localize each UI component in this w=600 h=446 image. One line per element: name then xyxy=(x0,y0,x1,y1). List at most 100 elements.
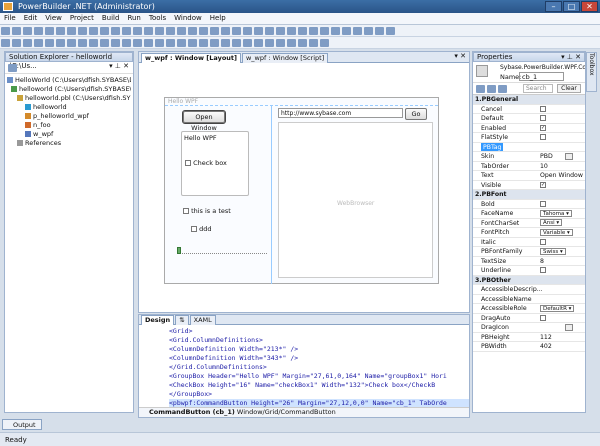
property-row[interactable]: FaceName Tahoma ▾ xyxy=(473,209,585,219)
property-value[interactable]: PBD xyxy=(540,152,553,161)
toolbar-tool-icon[interactable] xyxy=(12,39,21,47)
toolbar-tool-icon[interactable] xyxy=(100,39,109,47)
code-line[interactable]: <GroupBox Header="Hello WPF" Margin="27,… xyxy=(169,372,469,381)
property-row[interactable]: TextSize 8 xyxy=(473,257,585,266)
toolbar-tool-icon[interactable] xyxy=(166,39,175,47)
hello-group-box[interactable]: Hello WPF Check box xyxy=(181,131,249,196)
tree-item[interactable]: w_wpf xyxy=(7,130,131,139)
property-row[interactable]: Italic xyxy=(473,238,585,247)
property-value[interactable]: Open Window xyxy=(540,171,583,180)
clear-button[interactable]: Clear xyxy=(557,84,581,93)
toolbar-tool-icon[interactable] xyxy=(243,27,252,35)
toolbar-tool-icon[interactable] xyxy=(111,39,120,47)
toolbar-tool-icon[interactable] xyxy=(254,27,263,35)
property-dropdown[interactable]: Swiss ▾ xyxy=(540,247,566,255)
property-checkbox[interactable] xyxy=(540,105,546,112)
tab-script[interactable]: w_wpf : Window [Script] xyxy=(241,53,329,63)
toolbar-tool-icon[interactable] xyxy=(199,39,208,47)
code-line[interactable]: <Grid> xyxy=(169,327,469,336)
ddd-checkbox[interactable] xyxy=(191,226,197,232)
check-box[interactable] xyxy=(185,160,191,166)
property-row[interactable]: PBTag xyxy=(473,142,585,152)
property-checkbox[interactable] xyxy=(540,134,546,140)
property-row[interactable]: FontPitch Variable ▾ xyxy=(473,228,585,238)
toolbar-tool-icon[interactable] xyxy=(353,27,362,35)
property-checkbox[interactable]: ✓ xyxy=(540,124,546,131)
menu-file[interactable]: File xyxy=(0,13,20,23)
ellipsis-button[interactable] xyxy=(565,324,573,331)
toolbar-tool-icon[interactable] xyxy=(210,39,219,47)
toolbar-tool-icon[interactable] xyxy=(23,27,32,35)
property-value[interactable]: 112 xyxy=(540,333,552,342)
property-row[interactable]: FlatStyle xyxy=(473,133,585,143)
property-dropdown[interactable]: DefaultR ▾ xyxy=(540,304,575,312)
close-icon[interactable]: ▾ ⊥ ✕ xyxy=(561,53,581,62)
open-window-button[interactable]: Open Window xyxy=(182,110,226,132)
code-line[interactable]: <Grid.ColumnDefinitions> xyxy=(169,336,469,345)
toolbar-tool-icon[interactable] xyxy=(177,39,186,47)
property-checkbox[interactable] xyxy=(540,267,546,273)
close-button[interactable]: ✕ xyxy=(581,1,598,12)
property-row[interactable]: Text Open Window xyxy=(473,171,585,181)
toolbar-tool-icon[interactable] xyxy=(342,27,351,35)
toolbar-tool-icon[interactable] xyxy=(155,27,164,35)
toolbar-tool-icon[interactable] xyxy=(243,39,252,47)
toolbar-tool-icon[interactable] xyxy=(100,27,109,35)
property-checkbox[interactable] xyxy=(540,238,546,245)
property-row[interactable]: Skin PBD xyxy=(473,152,585,162)
property-value[interactable]: 402 xyxy=(540,342,552,351)
property-row[interactable]: AccessibleName xyxy=(473,295,585,304)
toolbar-tool-icon[interactable] xyxy=(89,39,98,47)
toolbar-tool-icon[interactable] xyxy=(1,39,10,47)
property-dropdown[interactable]: Variable ▾ xyxy=(540,228,573,236)
menu-edit[interactable]: Edit xyxy=(20,13,42,23)
property-row[interactable]: DragIcon xyxy=(473,323,585,333)
toolbar-tool-icon[interactable] xyxy=(276,27,285,35)
property-checkbox[interactable] xyxy=(540,200,546,207)
toolbar-tool-icon[interactable] xyxy=(12,27,21,35)
toolbar-tool-icon[interactable] xyxy=(89,27,98,35)
toolbar-tool-icon[interactable] xyxy=(78,27,87,35)
toolbar-tool-icon[interactable] xyxy=(56,39,65,47)
toolbar-tool-icon[interactable] xyxy=(133,39,142,47)
menu-window[interactable]: Window xyxy=(170,13,206,23)
toolbar-tool-icon[interactable] xyxy=(221,39,230,47)
toolbar-tool-icon[interactable] xyxy=(254,39,263,47)
categorized-icon[interactable] xyxy=(476,85,485,93)
toolbar-tool-icon[interactable] xyxy=(34,27,43,35)
name-field[interactable]: cb_1 xyxy=(519,72,564,81)
selected-element[interactable]: CommandButton (cb_1) xyxy=(149,408,235,416)
menu-view[interactable]: View xyxy=(41,13,66,23)
toolbar-tool-icon[interactable] xyxy=(133,27,142,35)
property-row[interactable]: AccessibleRole DefaultR ▾ xyxy=(473,304,585,314)
property-category[interactable]: 1.PBGeneral xyxy=(473,95,585,105)
toolbar-tool-icon[interactable] xyxy=(166,27,175,35)
alphabetical-icon[interactable] xyxy=(487,85,496,93)
tree-item[interactable]: HelloWorld (C:\Users\dfish.SYBASE\Docum xyxy=(7,76,131,85)
code-line[interactable]: <CheckBox Height="16" Name="checkBox1" W… xyxy=(169,381,469,390)
code-line[interactable]: </Grid.ColumnDefinitions> xyxy=(169,363,469,372)
tree-item[interactable]: References xyxy=(7,139,131,148)
property-row[interactable]: Cancel xyxy=(473,105,585,114)
tab-xaml[interactable]: XAML xyxy=(189,315,216,325)
toolbar-tool-icon[interactable] xyxy=(199,27,208,35)
tree-item[interactable]: helloworld (C:\Users\dfish.SYBASE\Doc xyxy=(7,85,131,94)
toolbar-tool-icon[interactable] xyxy=(298,27,307,35)
toolbox-side-tab[interactable]: Toolbox xyxy=(586,52,597,92)
toolbar-tool-icon[interactable] xyxy=(276,39,285,47)
property-checkbox[interactable]: ✓ xyxy=(540,181,546,188)
tree-item[interactable]: helloworld xyxy=(7,103,131,112)
toolbar-tool-icon[interactable] xyxy=(122,27,131,35)
toolbar-tool-icon[interactable] xyxy=(56,27,65,35)
toolbar-tool-icon[interactable] xyxy=(298,39,307,47)
code-line[interactable]: <ColumnDefinition Width="343*" /> xyxy=(169,354,469,363)
code-line[interactable]: </GroupBox> xyxy=(169,390,469,399)
toolbar-tool-icon[interactable] xyxy=(331,27,340,35)
property-row[interactable]: DragAuto xyxy=(473,314,585,323)
tab-design[interactable]: Design xyxy=(141,315,175,325)
property-row[interactable]: AccessibleDescrip... xyxy=(473,285,585,295)
tree-item[interactable]: n_foo xyxy=(7,121,131,130)
tab-layout[interactable]: w_wpf : Window [Layout] xyxy=(141,53,241,63)
toolbar-tool-icon[interactable] xyxy=(1,27,10,35)
toolbar-tool-icon[interactable] xyxy=(188,27,197,35)
